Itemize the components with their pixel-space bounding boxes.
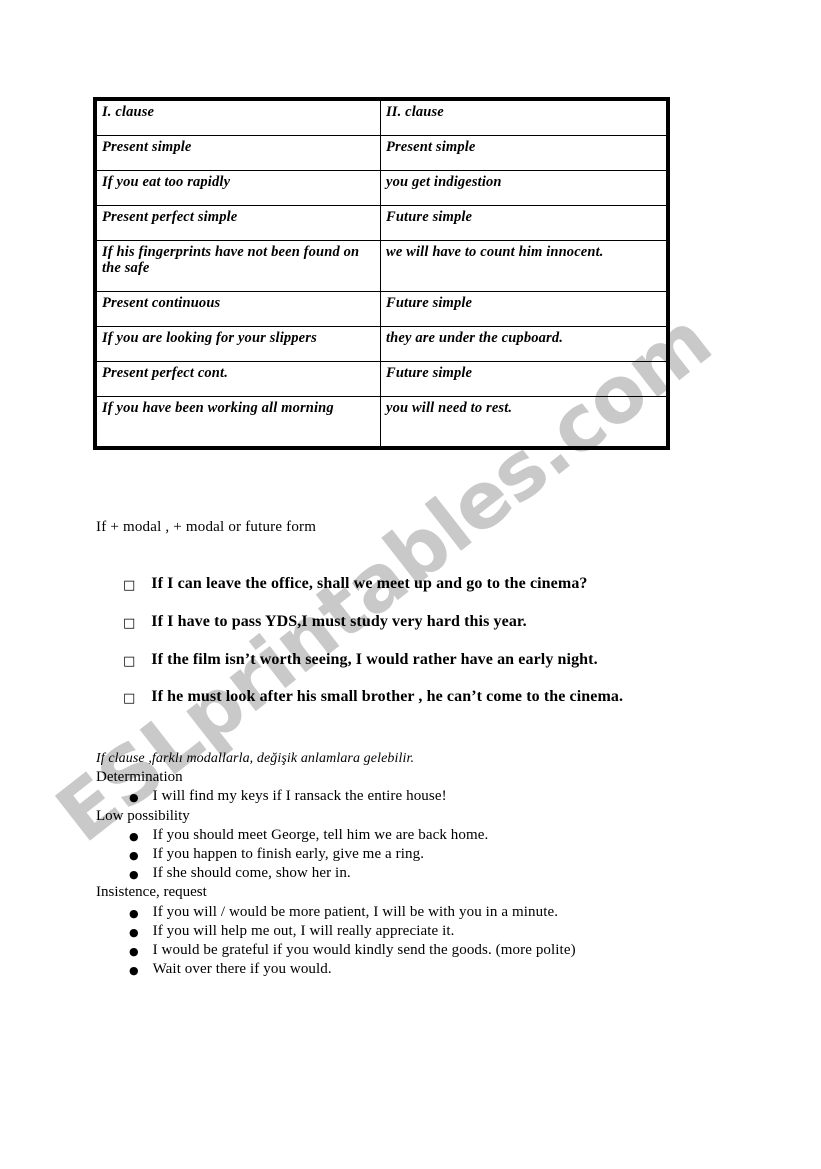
group-heading-insistence-request: Insistence, request <box>96 884 207 901</box>
table-cell-clause-1: If you eat too rapidly <box>94 170 381 206</box>
table-cell-clause-1: If his fingerprints have not been found … <box>94 240 381 292</box>
table-cell-clause-1: Present simple <box>94 135 381 171</box>
table-cell-clause-2: Present simple <box>380 135 669 171</box>
list-item: ● Wait over there if you would. <box>96 960 796 979</box>
checkbox-icon[interactable]: □ <box>123 617 135 630</box>
list-item-label: If I have to pass YDS,I must study very … <box>151 612 527 630</box>
group-heading-determination: Determination <box>96 769 183 786</box>
list-item: ● If you happen to finish early, give me… <box>96 845 796 864</box>
list-item-label: I would be grateful if you would kindly … <box>152 941 576 958</box>
bullet-list-insistence-request: ● If you will / would be more patient, I… <box>96 903 796 980</box>
table-header-cell-clause-2: II. clause <box>380 98 669 136</box>
bullet-icon: ● <box>129 906 139 920</box>
table-cell-clause-2: Future simple <box>380 361 669 397</box>
bullet-list-low-possibility: ● If you should meet George, tell him we… <box>96 826 796 884</box>
list-item: ● I would be grateful if you would kindl… <box>96 941 796 960</box>
checkbox-example-list: □ If I can leave the office, shall we me… <box>123 575 773 727</box>
list-item: ● I will find my keys if I ransack the e… <box>96 787 796 806</box>
table-cell-clause-1: Present perfect cont. <box>94 361 381 397</box>
table-cell-clause-2: they are under the cupboard. <box>380 326 669 362</box>
bullet-icon: ● <box>129 964 139 978</box>
table-header-cell-clause-1: I. clause <box>94 98 381 136</box>
modal-meanings-intro: If clause ,farklı modallarla, değişik an… <box>96 751 415 766</box>
table-row: Present simple Present simple <box>94 135 669 171</box>
list-item-label: If she should come, show her in. <box>152 865 351 882</box>
table-row: If his fingerprints have not been found … <box>94 240 669 292</box>
checkbox-icon[interactable]: □ <box>123 655 135 668</box>
bullet-icon: ● <box>129 848 139 862</box>
bullet-icon: ● <box>129 925 139 939</box>
table-row: Present perfect simple Future simple <box>94 205 669 241</box>
table-cell-clause-2: Future simple <box>380 291 669 327</box>
table-row: Present continuous Future simple <box>94 291 669 327</box>
modal-meanings-block: If clause ,farklı modallarla, değişik an… <box>96 750 796 979</box>
table-cell-clause-1: Present continuous <box>94 291 381 327</box>
bullet-list-determination: ● I will find my keys if I ransack the e… <box>96 787 796 806</box>
list-item-label: If you happen to finish early, give me a… <box>152 845 425 862</box>
checkbox-icon[interactable]: □ <box>123 692 135 705</box>
table-cell-clause-2: we will have to count him innocent. <box>380 240 669 292</box>
checkbox-icon[interactable]: □ <box>123 579 135 592</box>
document-page: I. clause II. clause Present simple Pres… <box>0 0 821 1169</box>
table-cell-clause-1: If you have been working all morning <box>94 396 381 449</box>
bullet-icon: ● <box>129 829 139 843</box>
table-cell-clause-2: Future simple <box>380 205 669 241</box>
clause-table-body: I. clause II. clause Present simple Pres… <box>94 98 669 449</box>
list-item-label: Wait over there if you would. <box>152 961 332 978</box>
list-item: □ If the film isn’t worth seeing, I woul… <box>123 650 773 669</box>
table-cell-clause-2: you will need to rest. <box>380 396 669 449</box>
list-item-label: If I can leave the office, shall we meet… <box>151 575 588 592</box>
table-row: If you eat too rapidly you get indigesti… <box>94 170 669 206</box>
table-row: Present perfect cont. Future simple <box>94 361 669 397</box>
list-item-label: If you will help me out, I will really a… <box>152 922 455 939</box>
list-item-label: I will find my keys if I ransack the ent… <box>152 788 447 805</box>
table-cell-clause-1: If you are looking for your slippers <box>94 326 381 362</box>
list-item: ● If she should come, show her in. <box>96 864 796 883</box>
list-item: ● If you will / would be more patient, I… <box>96 903 796 922</box>
formula-line: If + modal , + modal or future form <box>96 519 317 535</box>
bullet-icon: ● <box>129 868 139 882</box>
list-item: □ If I can leave the office, shall we me… <box>123 575 773 593</box>
list-item: ● If you should meet George, tell him we… <box>96 826 796 845</box>
list-item-label: If you should meet George, tell him we a… <box>152 826 489 843</box>
table-cell-clause-2: you get indigestion <box>380 170 669 206</box>
list-item: ● If you will help me out, I will really… <box>96 922 796 941</box>
group-heading-low-possibility: Low possibility <box>96 807 190 824</box>
list-item-label: If he must look after his small brother … <box>151 688 624 706</box>
list-item: □ If he must look after his small brothe… <box>123 689 773 706</box>
list-item-label: If you will / would be more patient, I w… <box>152 903 559 920</box>
list-item: □ If I have to pass YDS,I must study ver… <box>123 612 773 631</box>
table-row: If you are looking for your slippers the… <box>94 326 669 362</box>
table-header-row: I. clause II. clause <box>94 98 669 136</box>
clause-table: I. clause II. clause Present simple Pres… <box>93 97 670 450</box>
table-row: If you have been working all morning you… <box>94 396 669 449</box>
list-item-label: If the film isn’t worth seeing, I would … <box>151 650 598 668</box>
bullet-icon: ● <box>129 944 139 958</box>
bullet-icon: ● <box>129 791 139 805</box>
table-cell-clause-1: Present perfect simple <box>94 205 381 241</box>
